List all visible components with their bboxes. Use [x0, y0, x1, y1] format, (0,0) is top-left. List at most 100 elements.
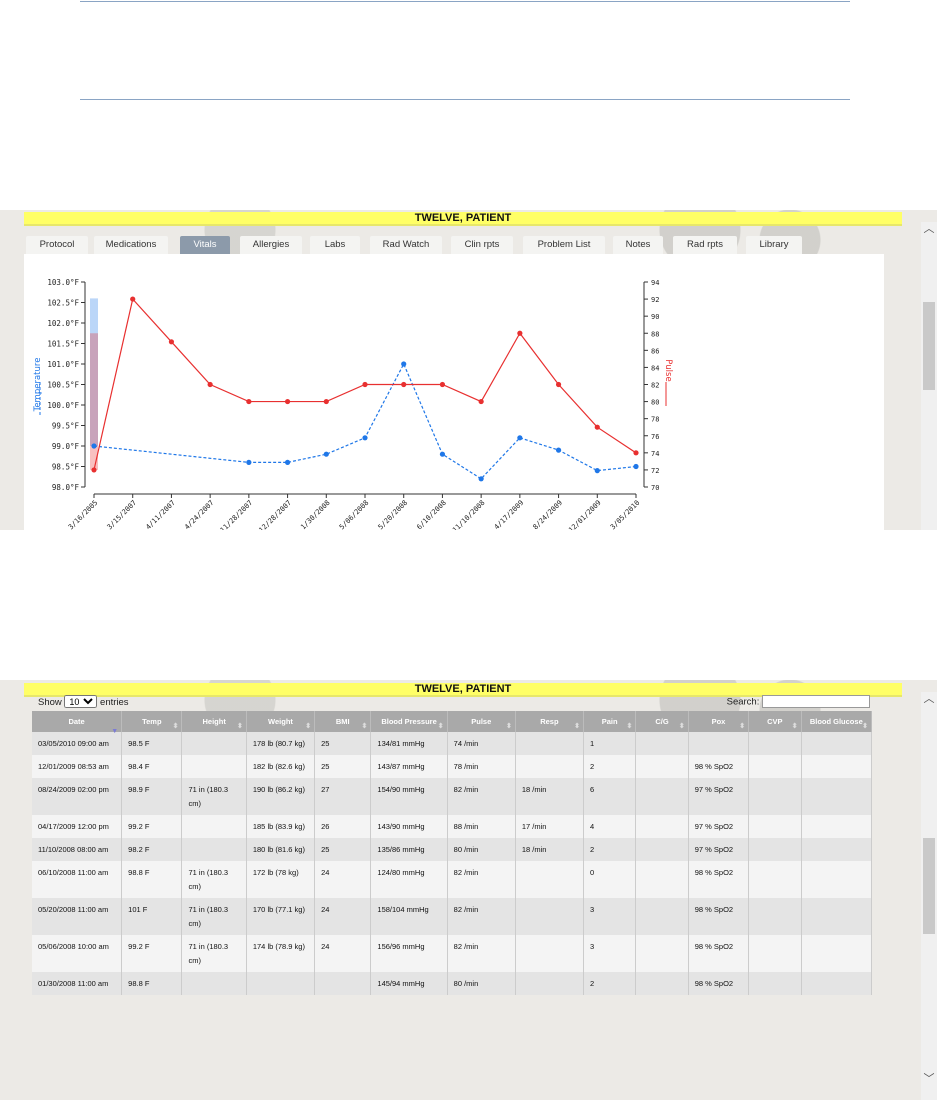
cell-blood-pressure: 154/90 mmHg	[370, 778, 448, 815]
cell-cvp	[748, 732, 802, 755]
cell-date: 05/06/2008 10:00 am	[32, 935, 123, 972]
column-header-label: Temp	[142, 717, 162, 726]
cell-date: 11/10/2008 08:00 am	[32, 838, 123, 861]
tab-protocol[interactable]: Protocol	[26, 236, 88, 254]
column-header-weight[interactable]: Weight ⬍	[246, 711, 316, 732]
cell-pain: 3	[583, 935, 637, 972]
column-header-pulse[interactable]: Pulse ⬍	[447, 711, 516, 732]
cell-temp: 98.5 F	[121, 732, 183, 755]
page-size-select[interactable]: 10	[64, 695, 98, 708]
cell-cvp	[748, 838, 802, 861]
vitals-chart: 98.0°F 98.5°F 99.0°F 99.5°F 100.0°F 100.5°F 10…	[33, 278, 673, 534]
cell-height: 71 in (180.3 cm)	[181, 898, 247, 935]
cell-resp: 17 /min	[515, 815, 584, 838]
tab-library[interactable]: Library	[746, 236, 802, 254]
column-header-date[interactable]: Date ▼	[32, 711, 123, 735]
cell-blood-pressure: 158/104 mmHg	[370, 898, 448, 935]
x-tick-label: 12/28/2007	[258, 499, 293, 530]
scroll-up-icon[interactable]: ︿	[921, 692, 937, 706]
table-row[interactable]: 08/24/2009 02:00 pm 98.9 F 71 in (180.3 cm…	[32, 778, 873, 815]
tab-rad-watch[interactable]: Rad Watch	[370, 236, 442, 254]
chart-scrollbar[interactable]: ︿	[921, 222, 937, 530]
cell-height	[181, 972, 247, 995]
scroll-down-icon[interactable]: ﹀	[921, 1072, 937, 1086]
cell-resp	[515, 861, 584, 898]
cell-pox: 98 % SpO2	[688, 861, 750, 898]
table-row[interactable]: 11/10/2008 08:00 am 98.2 F 180 lb (81.6 kg…	[32, 838, 873, 861]
column-header-c-g[interactable]: C/G ⬍	[635, 711, 689, 732]
temperature-series-line	[93, 362, 637, 480]
table-row[interactable]: 05/06/2008 10:00 am 99.2 F 71 in (180.3 cm…	[32, 935, 873, 972]
table-scrollbar[interactable]: ︿ ﹀	[921, 692, 937, 1100]
cell-blood-pressure: 156/96 mmHg	[370, 935, 448, 972]
column-header-bmi[interactable]: BMI ⬍	[314, 711, 372, 732]
table-row[interactable]: 06/10/2008 11:00 am 98.8 F 71 in (180.3 cm…	[32, 861, 873, 898]
left-tick-label: 102.5°F	[47, 299, 79, 308]
vitals-table-panel: Show 10 entries Search: Date ▼ Temp ⬍ Height…	[24, 693, 873, 1100]
tab-problem-list[interactable]: Problem List	[523, 236, 605, 254]
pulse-point	[207, 381, 213, 388]
right-tick-label: 74	[651, 450, 659, 458]
scroll-up-icon[interactable]: ︿	[921, 222, 937, 236]
tab-labs[interactable]: Labs	[310, 236, 360, 254]
x-tick-label: 11/10/2008	[451, 499, 486, 530]
column-header-height[interactable]: Height ⬍	[181, 711, 247, 732]
cell-pox: 97 % SpO2	[688, 778, 750, 815]
column-header-cvp[interactable]: CVP ⬍	[748, 711, 802, 732]
cell-cvp	[748, 935, 802, 972]
cell-height	[181, 732, 247, 755]
x-tick-label: 3/05/2010	[609, 499, 641, 530]
column-header-pox[interactable]: Pox ⬍	[688, 711, 750, 732]
cell-pain: 2	[583, 838, 637, 861]
cell-date: 01/30/2008 11:00 am	[32, 972, 123, 995]
cell-temp: 98.8 F	[121, 861, 183, 898]
scroll-thumb[interactable]	[923, 838, 935, 934]
cell-c-g	[635, 838, 689, 861]
tab-allergies[interactable]: Allergies	[240, 236, 302, 254]
temperature-point	[555, 447, 562, 453]
cell-blood-pressure: 143/90 mmHg	[370, 815, 448, 838]
column-header-pain[interactable]: Pain ⬍	[583, 711, 637, 732]
right-tick-label: 90	[651, 313, 659, 321]
search-input[interactable]	[762, 695, 870, 708]
cell-pulse: 82 /min	[447, 861, 516, 898]
cell-date: 04/17/2009 12:00 pm	[32, 815, 123, 838]
cell-resp: 18 /min	[515, 778, 584, 815]
cell-date: 05/20/2008 11:00 am	[32, 898, 123, 935]
column-header-temp[interactable]: Temp ⬍	[121, 711, 183, 732]
column-header-blood-pressure[interactable]: Blood Pressure ⬍	[370, 711, 448, 732]
cell-c-g	[635, 935, 689, 972]
cell-pulse: 82 /min	[447, 778, 516, 815]
column-header-blood-glucose[interactable]: Blood Glucose ⬍	[801, 711, 873, 732]
column-header-label: Date	[68, 717, 85, 726]
cell-pulse: 78 /min	[447, 755, 516, 778]
cell-bmi	[314, 972, 372, 995]
left-tick-label: 99.0°F	[52, 442, 80, 451]
scroll-thumb[interactable]	[923, 302, 935, 390]
temperature-point	[478, 476, 484, 482]
table-row[interactable]: 05/20/2008 11:00 am 101 F 71 in (180.3 cm)…	[32, 898, 873, 935]
table-row[interactable]: 03/05/2010 09:00 am 98.5 F 178 lb (80.7 kg…	[32, 732, 873, 755]
table-row[interactable]: 04/17/2009 12:00 pm 99.2 F 185 lb (83.9 kg…	[32, 815, 873, 838]
cell-blood-glucose	[801, 861, 873, 898]
right-tick-label: 92	[651, 296, 659, 304]
table-row[interactable]: 01/30/2008 11:00 am 98.8 F 145/94 mmHg 80 /…	[32, 972, 873, 995]
cell-height	[181, 815, 247, 838]
tab-clin-rpts[interactable]: Clin rpts	[451, 236, 513, 254]
cell-cvp	[748, 815, 802, 838]
cell-temp: 98.9 F	[121, 778, 183, 815]
table-row[interactable]: 12/01/2009 08:53 am 98.4 F 182 lb (82.6 kg…	[32, 755, 873, 778]
tab-vitals[interactable]: Vitals	[180, 236, 230, 254]
tab-medications[interactable]: Medications	[94, 236, 168, 254]
cell-temp: 98.4 F	[121, 755, 183, 778]
cell-pain: 6	[583, 778, 637, 815]
column-header-resp[interactable]: Resp ⬍	[515, 711, 584, 732]
column-header-label: C/G	[655, 717, 669, 726]
left-tick-label: 99.5°F	[52, 422, 80, 431]
right-tick-label: 72	[651, 467, 659, 475]
sort-icon: ⬍	[361, 723, 368, 730]
tab-notes[interactable]: Notes	[613, 236, 663, 254]
cell-temp: 99.2 F	[121, 815, 183, 838]
tab-rad-rpts[interactable]: Rad rpts	[673, 236, 737, 254]
x-tick-label: 12/01/2009	[567, 499, 602, 530]
